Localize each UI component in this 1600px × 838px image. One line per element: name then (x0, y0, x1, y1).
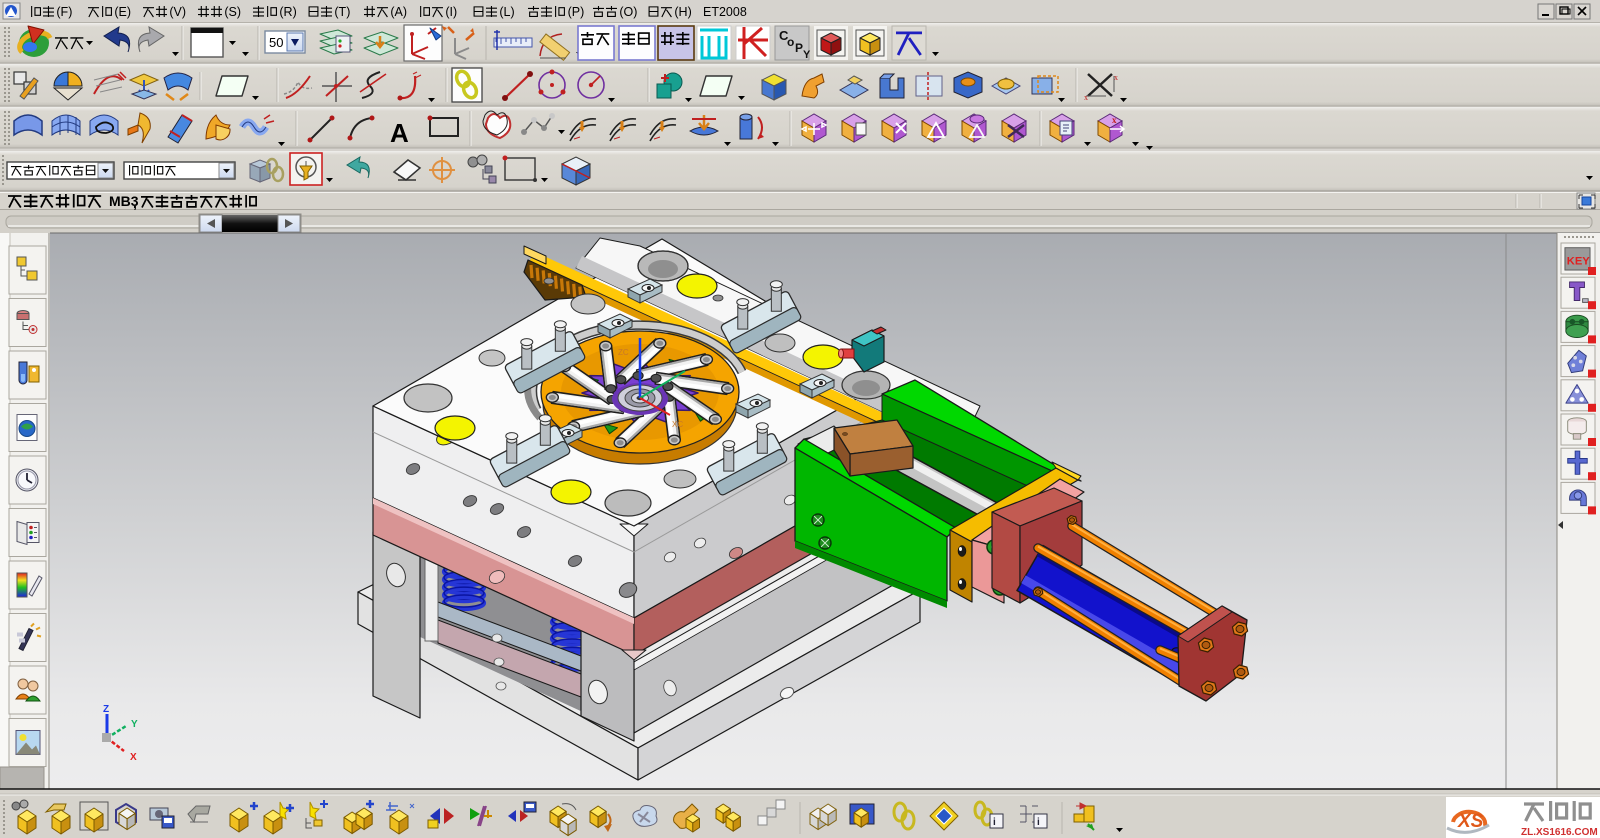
svg-text:P: P (795, 41, 803, 55)
svg-text:x: x (1084, 93, 1088, 102)
svg-text:(H): (H) (674, 5, 691, 19)
svg-text:x: x (1114, 73, 1118, 82)
svg-text:(T): (T) (334, 5, 350, 19)
svg-text:(P): (P) (568, 5, 585, 19)
svg-text:(I): (I) (445, 5, 457, 19)
svg-text:XC: XC (672, 420, 683, 429)
svg-text:,: , (133, 195, 137, 211)
svg-text:ZC: ZC (618, 348, 629, 357)
svg-text:(R): (R) (279, 5, 296, 19)
svg-text:(S): (S) (224, 5, 241, 19)
svg-text:(V): (V) (169, 5, 186, 19)
svg-text:o: o (787, 35, 794, 49)
svg-text:A: A (390, 118, 409, 148)
svg-text:Y: Y (803, 49, 811, 61)
svg-text:KEY: KEY (1567, 255, 1590, 267)
svg-text:i: i (1037, 817, 1040, 828)
svg-text:Y: Y (131, 719, 138, 730)
svg-text:X: X (130, 752, 137, 763)
svg-text:(O): (O) (619, 5, 637, 19)
svg-text:XS: XS (1457, 811, 1484, 832)
svg-text:50: 50 (269, 35, 283, 50)
svg-text:(F): (F) (56, 5, 72, 19)
svg-text:i: i (993, 817, 996, 828)
svg-text:Z: Z (103, 704, 109, 715)
svg-text:ZL.XS1616.COM: ZL.XS1616.COM (1521, 827, 1598, 838)
svg-text:x: x (1112, 115, 1117, 125)
svg-text:ET2008: ET2008 (703, 5, 747, 19)
svg-text:(A): (A) (390, 5, 407, 19)
svg-text:(L): (L) (499, 5, 514, 19)
svg-text:(E): (E) (114, 5, 131, 19)
